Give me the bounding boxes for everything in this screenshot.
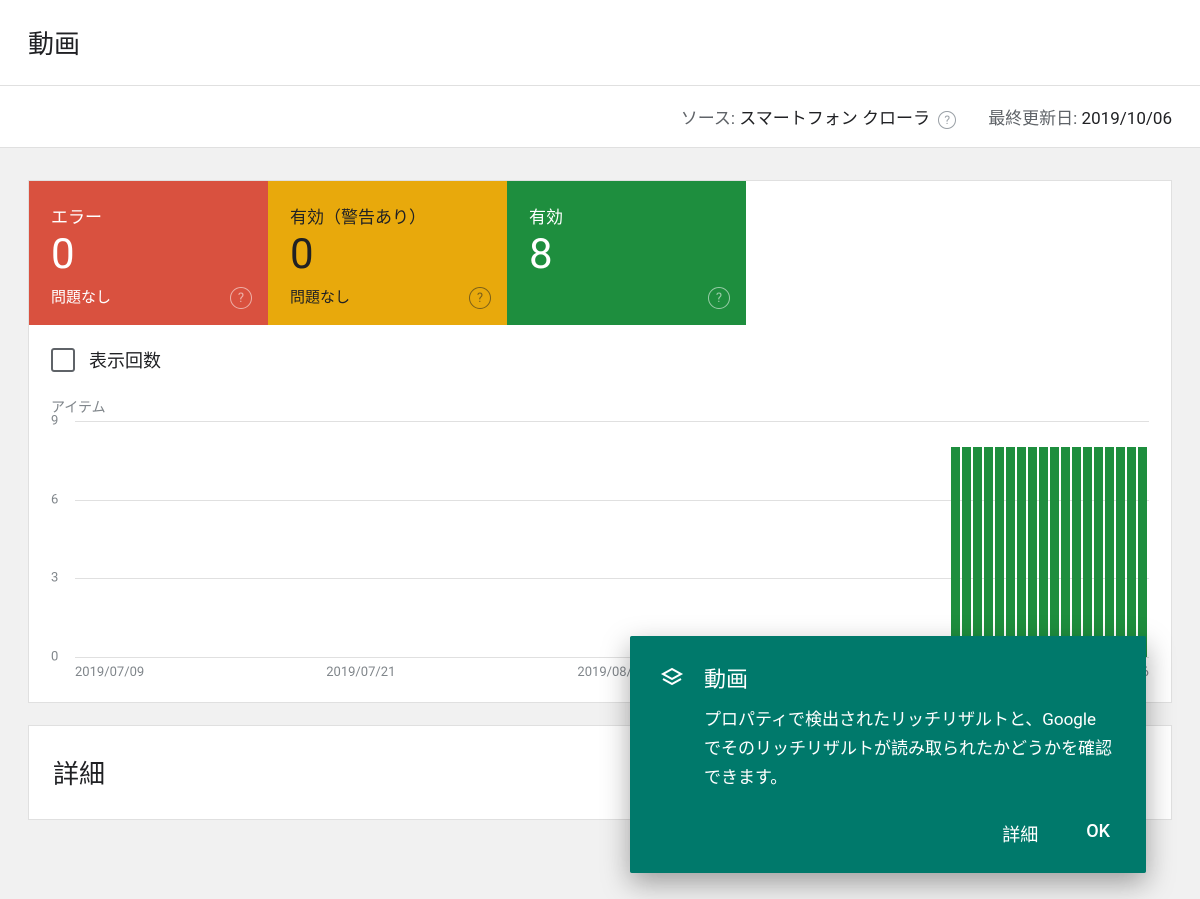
- chart-bar: [1094, 447, 1103, 657]
- tile-warning-value: 0: [290, 234, 485, 276]
- chart-bar: [973, 447, 982, 657]
- chart-x-tick: 2019/07/21: [326, 665, 395, 680]
- tile-valid-value: 8: [529, 234, 724, 276]
- chart-y-tick: 3: [51, 571, 58, 586]
- tile-warning-sub: 問題なし: [290, 286, 485, 307]
- impressions-checkbox[interactable]: [51, 348, 75, 372]
- layers-icon: [660, 666, 684, 690]
- chart-bar: [1127, 447, 1136, 657]
- tile-valid[interactable]: 有効 8 ?: [507, 181, 746, 325]
- source-value: スマートフォン クローラ: [739, 109, 930, 129]
- help-icon[interactable]: ?: [230, 287, 252, 309]
- updated-label: 最終更新日:: [988, 109, 1077, 129]
- popup-body: プロパティで検出されたリッチリザルトと、Google でそのリッチリザルトが読み…: [704, 706, 1116, 793]
- info-popup: 動画 プロパティで検出されたリッチリザルトと、Google でそのリッチリザルト…: [630, 636, 1146, 873]
- popup-title: 動画: [704, 662, 748, 694]
- impressions-toggle-row: 表示回数: [29, 325, 1171, 381]
- chart-bars: [951, 447, 1147, 657]
- tile-error-sub: 問題なし: [51, 286, 246, 307]
- source-info: ソース: スマートフォン クローラ ?: [681, 104, 956, 129]
- page-header: 動画: [0, 0, 1200, 86]
- chart-bar: [1017, 447, 1026, 657]
- chart-bar: [1039, 447, 1048, 657]
- updated-info: 最終更新日: 2019/10/06: [988, 104, 1172, 129]
- help-icon[interactable]: ?: [938, 111, 956, 129]
- chart-y-tick: 0: [51, 650, 58, 665]
- popup-ok-button[interactable]: OK: [1086, 821, 1110, 847]
- chart-bar: [1116, 447, 1125, 657]
- chart-bar: [1105, 447, 1114, 657]
- chart-bar: [995, 447, 1004, 657]
- tile-warning-label: 有効（警告あり）: [290, 203, 485, 228]
- chart-bar: [1072, 447, 1081, 657]
- updated-value: 2019/10/06: [1082, 109, 1172, 129]
- chart-bar: [1138, 447, 1147, 657]
- chart-plot: 0369: [75, 421, 1149, 657]
- source-label: ソース:: [681, 109, 735, 129]
- chart-gridline: [75, 421, 1149, 422]
- chart-x-tick: 2019/07/09: [75, 665, 144, 680]
- chart-bar: [984, 447, 993, 657]
- chart-bar: [1028, 447, 1037, 657]
- tile-error-label: エラー: [51, 203, 246, 228]
- chart-y-tick: 9: [51, 414, 58, 429]
- chart-bar: [951, 447, 960, 657]
- chart-bar: [1061, 447, 1070, 657]
- chart-bar: [1083, 447, 1092, 657]
- tile-error-value: 0: [51, 234, 246, 276]
- chart-bar: [962, 447, 971, 657]
- chart-axis-title: アイテム: [51, 397, 1149, 417]
- chart-y-tick: 6: [51, 492, 58, 507]
- popup-details-button[interactable]: 詳細: [1002, 821, 1038, 847]
- impressions-checkbox-label: 表示回数: [89, 347, 161, 373]
- chart-bar: [1006, 447, 1015, 657]
- help-icon[interactable]: ?: [469, 287, 491, 309]
- chart-bar: [1050, 447, 1059, 657]
- tile-error[interactable]: エラー 0 問題なし ?: [29, 181, 268, 325]
- help-icon[interactable]: ?: [708, 287, 730, 309]
- meta-bar: ソース: スマートフォン クローラ ? 最終更新日: 2019/10/06: [0, 86, 1200, 148]
- tile-warning[interactable]: 有効（警告あり） 0 問題なし ?: [268, 181, 507, 325]
- tile-valid-label: 有効: [529, 203, 724, 228]
- page-title: 動画: [28, 24, 1172, 61]
- status-tiles: エラー 0 問題なし ? 有効（警告あり） 0 問題なし ? 有効 8 ?: [29, 181, 1171, 325]
- overview-card: エラー 0 問題なし ? 有効（警告あり） 0 問題なし ? 有効 8 ? 表示…: [28, 180, 1172, 703]
